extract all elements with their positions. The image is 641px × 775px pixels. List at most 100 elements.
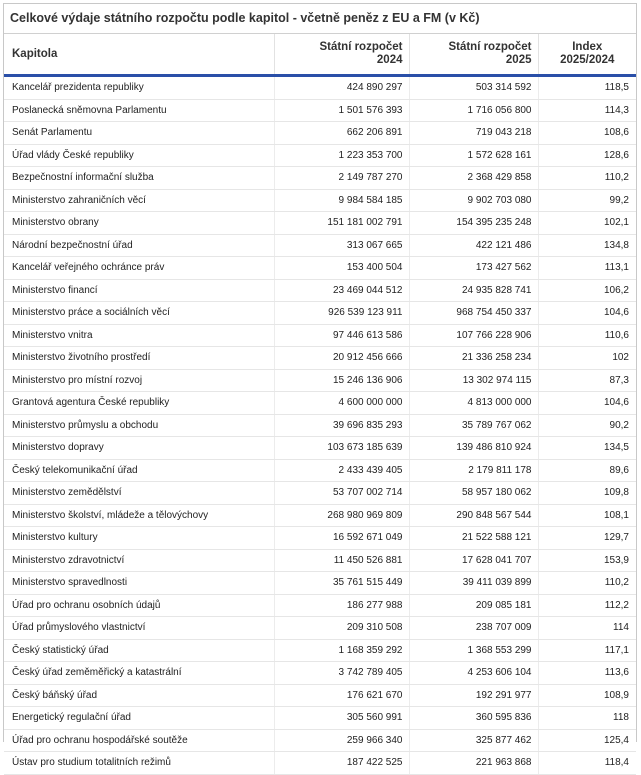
column-header-label: Státní rozpočet (448, 41, 532, 53)
table-row: Ministerstvo zahraničních věcí 9 984 584 … (4, 189, 636, 212)
cell-rozpocet-2024: 16 592 671 049 (273, 526, 409, 550)
cell-rozpocet-2024: 97 446 613 586 (273, 324, 409, 347)
cell-rozpocet-2025: 1 368 553 299 (408, 639, 538, 662)
cell-rozpocet-2025: 238 707 009 (408, 616, 538, 640)
cell-rozpocet-2024: 153 400 504 (273, 256, 409, 280)
table-row: Český statistický úřad 1 168 359 292 1 368… (4, 639, 636, 662)
table-row: Ministerstvo průmyslu a obchodu 39 696 83… (4, 414, 636, 437)
cell-rozpocet-2024: 259 966 340 (273, 729, 409, 752)
cell-kapitola: Ministerstvo pro místní rozvoj (4, 369, 274, 392)
cell-rozpocet-2024: 424 890 297 (273, 75, 409, 100)
cell-index: 134,5 (537, 436, 636, 460)
cell-index: 118,5 (537, 75, 636, 100)
cell-rozpocet-2025: 221 963 868 (408, 751, 538, 775)
cell-rozpocet-2024: 305 560 991 (273, 706, 409, 730)
cell-rozpocet-2024: 186 277 988 (273, 594, 409, 617)
cell-kapitola: Ministerstvo dopravy (4, 436, 274, 460)
cell-kapitola: Ministerstvo vnitra (4, 324, 274, 347)
cell-rozpocet-2025: 4 813 000 000 (408, 391, 538, 415)
cell-rozpocet-2025: 39 411 039 899 (408, 571, 538, 595)
cell-index: 118,4 (537, 751, 636, 775)
cell-index: 102 (537, 346, 636, 370)
cell-kapitola: Ministerstvo školství, mládeže a tělovýc… (4, 504, 274, 527)
cell-rozpocet-2025: 173 427 562 (408, 256, 538, 280)
table-row: Národní bezpečnostní úřad 313 067 665 422 … (4, 234, 636, 257)
table-row: Ministerstvo zdravotnictví 11 450 526 881… (4, 549, 636, 572)
column-header-rozpocet-2025[interactable]: Státní rozpočet 2025 (408, 34, 538, 77)
cell-kapitola: Grantová agentura České republiky (4, 391, 274, 415)
cell-index: 117,1 (537, 639, 636, 662)
cell-rozpocet-2024: 9 984 584 185 (273, 189, 409, 212)
cell-rozpocet-2024: 209 310 508 (273, 616, 409, 640)
cell-index: 114,3 (537, 99, 636, 122)
table-title: Celkové výdaje státního rozpočtu podle k… (4, 4, 636, 34)
cell-kapitola: Ministerstvo spravedlnosti (4, 571, 274, 595)
cell-kapitola: Český telekomunikační úřad (4, 459, 274, 482)
cell-rozpocet-2024: 176 621 670 (273, 684, 409, 707)
cell-rozpocet-2024: 313 067 665 (273, 234, 409, 257)
cell-rozpocet-2025: 719 043 218 (408, 121, 538, 145)
cell-index: 104,6 (537, 301, 636, 325)
cell-rozpocet-2025: 1 572 628 161 (408, 144, 538, 167)
table-row: Ministerstvo dopravy 103 673 185 639 139 4… (4, 436, 636, 460)
cell-rozpocet-2025: 139 486 810 924 (408, 436, 538, 460)
column-header-year: 2025 (505, 54, 532, 66)
cell-index: 112,2 (537, 594, 636, 617)
table-row: Ministerstvo pro místní rozvoj 15 246 136… (4, 369, 636, 392)
cell-index: 110,2 (537, 166, 636, 190)
cell-index: 129,7 (537, 526, 636, 550)
table-row: Ministerstvo spravedlnosti 35 761 515 449… (4, 571, 636, 595)
header-row: Kapitola Státní rozpočet 2024 Státní roz… (4, 34, 636, 77)
cell-rozpocet-2024: 151 181 002 791 (273, 211, 409, 235)
table-row: Úřad pro ochranu osobních údajů 186 277 9… (4, 594, 636, 617)
cell-rozpocet-2025: 17 628 041 707 (408, 549, 538, 572)
cell-kapitola: Český báňský úřad (4, 684, 274, 707)
column-header-rozpocet-2024[interactable]: Státní rozpočet 2024 (273, 34, 409, 77)
table-widget: Celkové výdaje státního rozpočtu podle k… (3, 3, 637, 775)
table-row: Český báňský úřad 176 621 670 192 291 977 1… (4, 684, 636, 707)
cell-rozpocet-2025: 9 902 703 080 (408, 189, 538, 212)
cell-index: 113,1 (537, 256, 636, 280)
column-header-kapitola[interactable]: Kapitola (4, 34, 274, 77)
table-row: Energetický regulační úřad 305 560 991 360… (4, 706, 636, 730)
cell-rozpocet-2025: 13 302 974 115 (408, 369, 538, 392)
cell-kapitola: Ministerstvo práce a sociálních věcí (4, 301, 274, 325)
cell-rozpocet-2024: 1 168 359 292 (273, 639, 409, 662)
column-header-period: 2025/2024 (560, 54, 615, 66)
cell-index: 114 (537, 616, 636, 640)
column-header-index[interactable]: Index 2025/2024 (537, 34, 636, 77)
cell-rozpocet-2025: 1 716 056 800 (408, 99, 538, 122)
cell-rozpocet-2025: 325 877 462 (408, 729, 538, 752)
column-header-year: 2024 (376, 54, 403, 66)
cell-rozpocet-2025: 422 121 486 (408, 234, 538, 257)
cell-rozpocet-2024: 2 149 787 270 (273, 166, 409, 190)
cell-rozpocet-2025: 24 935 828 741 (408, 279, 538, 302)
cell-kapitola: Energetický regulační úřad (4, 706, 274, 730)
table-row: Poslanecká sněmovna Parlamentu 1 501 576 … (4, 99, 636, 122)
table-row: Ústav pro studium totalitních režimů 187 … (4, 751, 636, 775)
column-header-label: Index (572, 41, 603, 53)
cell-index: 109,8 (537, 481, 636, 505)
table-row: Kancelář prezidenta republiky 424 890 297… (4, 75, 636, 100)
cell-index: 108,6 (537, 121, 636, 145)
table-row: Senát Parlamentu 662 206 891 719 043 218 10… (4, 121, 636, 145)
column-header-label: Státní rozpočet (319, 41, 403, 53)
budget-table: Kapitola Státní rozpočet 2024 Státní roz… (4, 34, 636, 775)
cell-kapitola: Ministerstvo financí (4, 279, 274, 302)
cell-kapitola: Ministerstvo zahraničních věcí (4, 189, 274, 212)
cell-index: 118 (537, 706, 636, 730)
table-row: Ministerstvo životního prostředí 20 912 4… (4, 346, 636, 370)
cell-kapitola: Kancelář veřejného ochránce práv (4, 256, 274, 280)
cell-kapitola: Úřad pro ochranu hospodářské soutěže (4, 729, 274, 752)
table-row: Úřad průmyslového vlastnictví 209 310 508… (4, 616, 636, 640)
cell-rozpocet-2024: 926 539 123 911 (273, 301, 409, 325)
cell-kapitola: Úřad pro ochranu osobních údajů (4, 594, 274, 617)
cell-rozpocet-2025: 290 848 567 544 (408, 504, 538, 527)
cell-rozpocet-2025: 21 336 258 234 (408, 346, 538, 370)
cell-rozpocet-2024: 1 223 353 700 (273, 144, 409, 167)
table-row: Ministerstvo kultury 16 592 671 049 21 522… (4, 526, 636, 550)
cell-kapitola: Senát Parlamentu (4, 121, 274, 145)
cell-index: 89,6 (537, 459, 636, 482)
cell-index: 104,6 (537, 391, 636, 415)
cell-kapitola: Ministerstvo životního prostředí (4, 346, 274, 370)
